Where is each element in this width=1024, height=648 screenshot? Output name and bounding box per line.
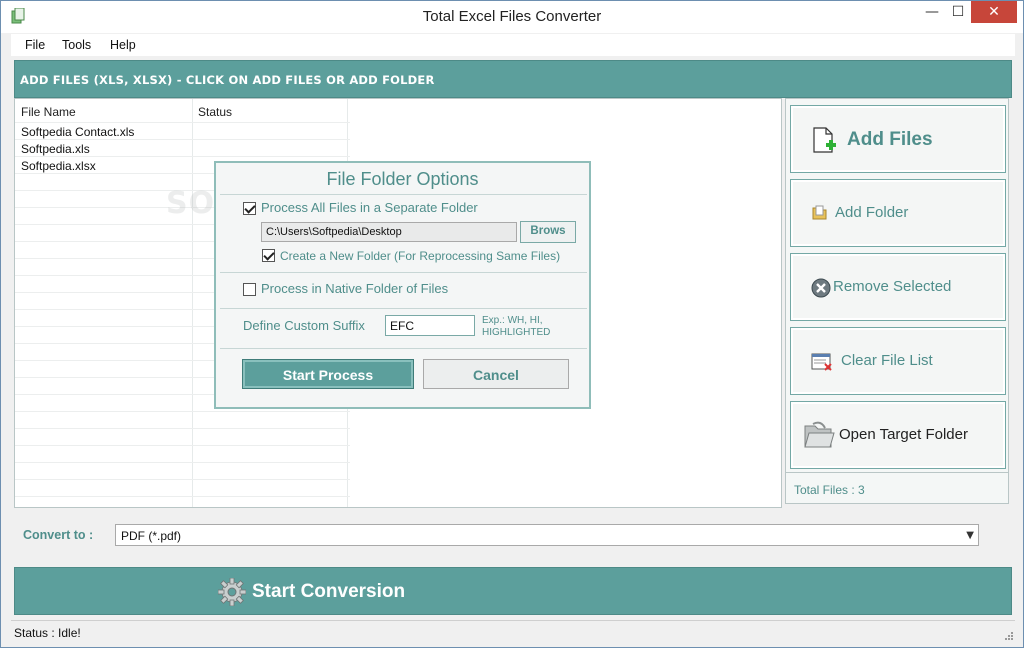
add-folder-label: Add Folder <box>835 204 909 221</box>
close-button[interactable]: ✕ <box>971 1 1017 23</box>
separate-folder-label: Process All Files in a Separate Folder <box>261 200 478 215</box>
maximize-button[interactable]: ☐ <box>945 1 971 23</box>
divider <box>220 308 587 309</box>
dialog-title: File Folder Options <box>326 169 479 189</box>
divider <box>220 348 587 349</box>
status-text: Status : Idle! <box>14 626 81 640</box>
remove-icon <box>811 278 831 298</box>
menu-help[interactable]: Help <box>110 38 136 52</box>
add-files-button[interactable]: Add Files <box>790 105 1006 173</box>
gear-icon <box>218 578 246 606</box>
grid-line <box>15 479 350 480</box>
clear-file-list-label: Clear File List <box>841 352 933 369</box>
table-row[interactable]: Softpedia.xlsx <box>21 159 96 173</box>
divider <box>220 272 587 273</box>
target-path-value: C:\Users\Softpedia\Desktop <box>266 226 402 238</box>
minimize-button[interactable]: — <box>919 1 945 23</box>
table-row[interactable]: Softpedia Contact.xls <box>21 125 134 139</box>
convert-format-value: PDF (*.pdf) <box>121 529 182 543</box>
open-target-folder-label: Open Target Folder <box>839 426 968 443</box>
suffix-example-hint: Exp.: WH, HI, HIGHLIGHTED <box>482 315 551 338</box>
browse-button[interactable]: Brows <box>520 221 576 243</box>
custom-suffix-value: EFC <box>390 319 414 333</box>
start-process-label: Start Process <box>282 367 374 383</box>
add-files-header: ADD FILES (XLS, XLSX) - CLICK ON ADD FIL… <box>14 60 1012 98</box>
target-path-input[interactable]: C:\Users\Softpedia\Desktop <box>261 222 517 242</box>
grid-line <box>15 411 350 412</box>
resize-grip-icon[interactable] <box>1003 630 1013 640</box>
column-header-file-name[interactable]: File Name <box>21 105 76 119</box>
add-files-header-text: ADD FILES (XLS, XLSX) - CLICK ON ADD FIL… <box>20 73 435 87</box>
browse-label: Brows <box>530 225 566 237</box>
grid-line <box>15 496 350 497</box>
native-folder-label: Process in Native Folder of Files <box>261 281 449 296</box>
start-process-button[interactable]: Start Process <box>242 359 414 389</box>
menu-tools[interactable]: Tools <box>62 38 91 52</box>
remove-selected-label: Remove Selected <box>833 278 952 295</box>
create-new-folder-label: Create a New Folder (For Reprocessing Sa… <box>280 249 561 263</box>
add-files-label: Add Files <box>847 129 933 150</box>
open-target-folder-button[interactable]: Open Target Folder <box>790 401 1006 469</box>
convert-to-label: Convert to : <box>23 528 94 542</box>
start-conversion-button[interactable]: Start Conversion <box>14 567 1012 615</box>
window-title: Total Excel Files Converter <box>422 8 602 25</box>
clear-list-icon <box>811 353 832 371</box>
grid-line <box>15 122 350 123</box>
status-bar: Status : Idle! <box>11 620 1015 642</box>
file-folder-options-dialog: File Folder Options Process All Files in… <box>214 161 591 409</box>
grid-line <box>15 445 350 446</box>
menu-file[interactable]: File <box>25 38 45 52</box>
column-header-status[interactable]: Status <box>198 105 232 119</box>
remove-selected-button[interactable]: Remove Selected <box>790 253 1006 321</box>
clear-file-list-button[interactable]: Clear File List <box>790 327 1006 395</box>
open-folder-icon <box>804 421 835 448</box>
grid-line <box>15 156 350 157</box>
separate-folder-checkbox[interactable] <box>243 202 256 215</box>
grid-line <box>15 428 350 429</box>
cancel-button[interactable]: Cancel <box>423 359 569 389</box>
cancel-label: Cancel <box>473 367 519 383</box>
menu-bar: File Tools Help <box>11 34 1015 56</box>
app-window: Total Excel Files Converter — ☐ ✕ File T… <box>0 0 1024 648</box>
native-folder-checkbox[interactable] <box>243 283 256 296</box>
action-panel: Add Files Add Folder Remove Selected Cle… <box>785 98 1009 504</box>
chevron-down-icon[interactable]: ▼ <box>966 530 974 541</box>
convert-format-select[interactable]: PDF (*.pdf) ▼ <box>115 524 979 546</box>
total-files-count: Total Files : 3 <box>794 483 865 497</box>
title-bar: Total Excel Files Converter — ☐ ✕ <box>1 1 1023 33</box>
start-conversion-label: Start Conversion <box>252 581 406 602</box>
add-file-icon <box>813 127 836 153</box>
custom-suffix-input[interactable]: EFC <box>385 315 475 336</box>
grid-line <box>15 139 350 140</box>
add-folder-button[interactable]: Add Folder <box>790 179 1006 247</box>
total-files-box: Total Files : 3 <box>785 472 1009 504</box>
divider <box>220 194 587 195</box>
custom-suffix-label: Define Custom Suffix <box>243 318 365 333</box>
folder-icon <box>812 205 827 220</box>
table-row[interactable]: Softpedia.xls <box>21 142 90 156</box>
create-new-folder-checkbox[interactable] <box>262 249 275 262</box>
grid-line <box>15 462 350 463</box>
